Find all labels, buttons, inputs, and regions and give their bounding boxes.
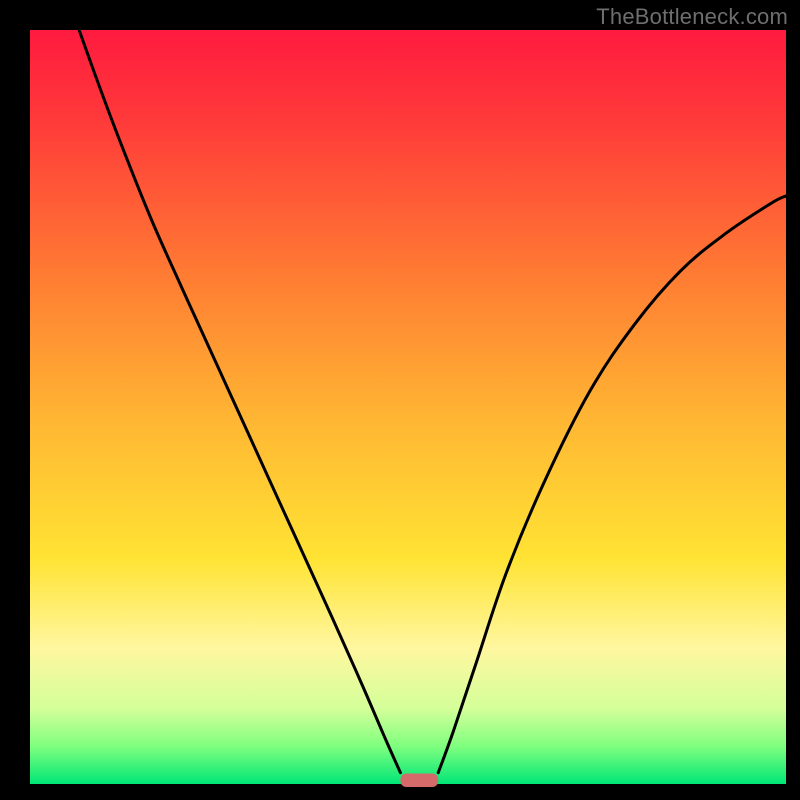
chart-svg [0, 0, 800, 800]
plot-background [30, 30, 786, 784]
watermark-text: TheBottleneck.com [596, 4, 788, 30]
cusp-marker [400, 773, 438, 787]
chart-frame: TheBottleneck.com [0, 0, 800, 800]
